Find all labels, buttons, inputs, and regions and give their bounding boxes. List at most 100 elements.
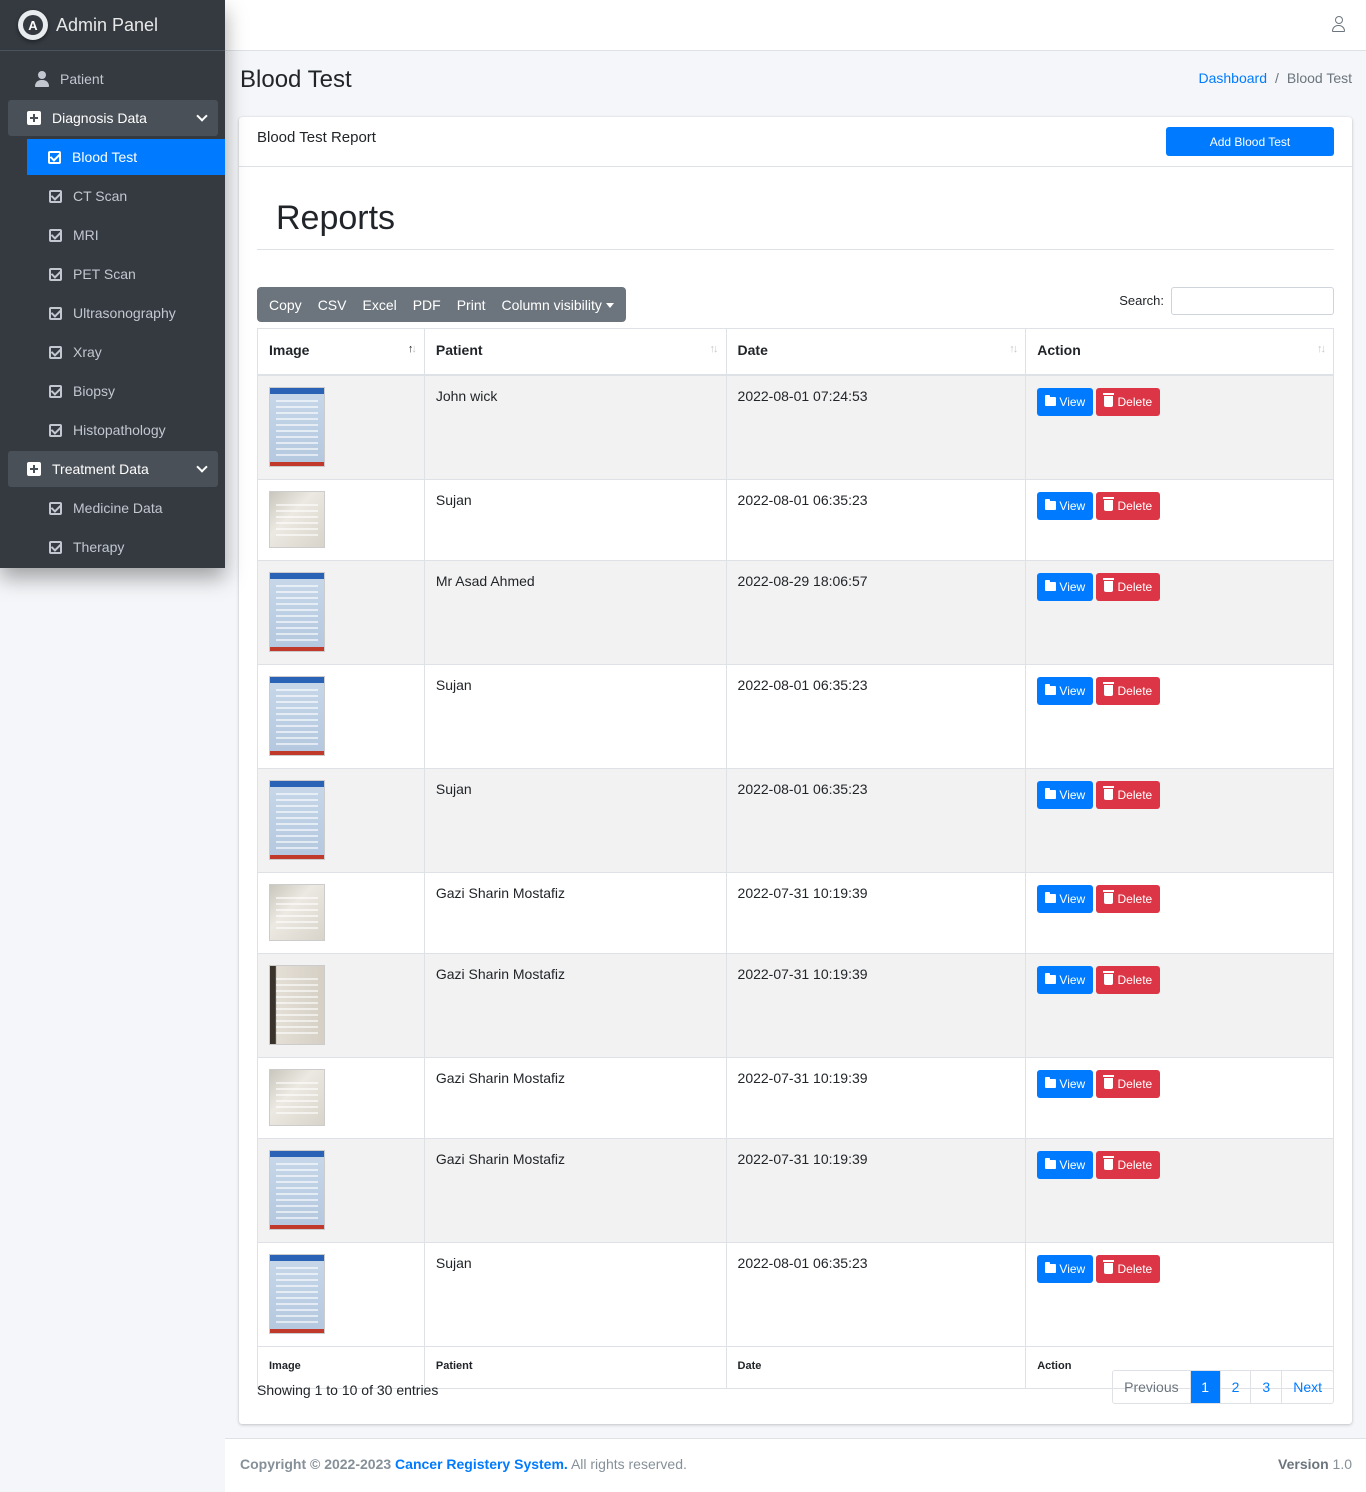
column-header-label: Date: [737, 342, 768, 358]
sidebar-item-patient[interactable]: Patient: [8, 61, 217, 97]
copy-button[interactable]: Copy: [261, 297, 310, 313]
delete-button[interactable]: Delete: [1096, 572, 1161, 601]
table-row: Gazi Sharin Mostafiz 2022-07-31 10:19:39 V…: [257, 1056, 1334, 1139]
brand-link[interactable]: A Admin Panel: [0, 0, 225, 51]
view-label: View: [1059, 891, 1086, 906]
delete-button[interactable]: Delete: [1096, 965, 1161, 994]
report-thumbnail[interactable]: [269, 1149, 325, 1230]
delete-button[interactable]: Delete: [1096, 491, 1161, 520]
sidebar-item-biopsy[interactable]: Biopsy: [8, 373, 225, 409]
delete-button[interactable]: Delete: [1096, 780, 1161, 809]
view-button[interactable]: View: [1037, 1069, 1094, 1098]
report-thumbnail[interactable]: [269, 571, 325, 652]
patient-cell: Sujan: [423, 663, 727, 769]
delete-button[interactable]: Delete: [1096, 1254, 1161, 1283]
column-header-label: Image: [269, 342, 310, 358]
column-header-date[interactable]: Date ↑↓: [725, 328, 1027, 376]
view-button[interactable]: View: [1037, 387, 1094, 416]
sidebar: A Admin Panel Patient Diagnosis Data Blood…: [0, 0, 225, 568]
thumbnail-text-lines: [276, 977, 318, 1034]
pagination-previous[interactable]: Previous: [1113, 1371, 1189, 1403]
trash-icon: [1103, 971, 1115, 985]
sidebar-header-diagnosis-data[interactable]: Diagnosis Data: [8, 100, 218, 136]
report-thumbnail[interactable]: [269, 779, 325, 860]
image-cell: [257, 952, 425, 1058]
breadcrumb-dashboard-link[interactable]: Dashboard: [1198, 70, 1267, 86]
user-icon-shape: [35, 71, 49, 87]
thumbnail-text-lines: [276, 1081, 318, 1115]
report-thumbnail[interactable]: [269, 883, 325, 941]
csv-button[interactable]: CSV: [310, 297, 355, 313]
view-button[interactable]: View: [1037, 676, 1094, 705]
action-buttons: View Delete: [1037, 1254, 1322, 1283]
sidebar-header-treatment-data[interactable]: Treatment Data: [8, 451, 218, 487]
column-visibility-dropdown[interactable]: Column visibility: [494, 297, 622, 313]
print-button[interactable]: Print: [449, 297, 494, 313]
patient-cell: Gazi Sharin Mostafiz: [423, 1137, 727, 1243]
sidebar-item-pet-scan[interactable]: PET Scan: [8, 256, 225, 292]
date-cell: 2022-07-31 10:19:39: [725, 952, 1027, 1058]
report-thumbnail[interactable]: [269, 675, 325, 756]
sidebar-item-medicine-data[interactable]: Medicine Data: [8, 490, 225, 526]
thumbnail-text-lines: [276, 584, 318, 641]
column-header-patient[interactable]: Patient ↑↓: [423, 328, 727, 376]
date-cell: 2022-08-01 06:35:23: [725, 663, 1027, 769]
pagination-page-1[interactable]: 1: [1189, 1371, 1220, 1403]
table-row: Sujan 2022-08-01 06:35:23 View Delete: [257, 663, 1334, 769]
report-thumbnail[interactable]: [269, 490, 325, 548]
table-row: John wick 2022-08-01 07:24:53 View Delete: [257, 374, 1334, 480]
pagination-page-3[interactable]: 3: [1250, 1371, 1281, 1403]
delete-button[interactable]: Delete: [1096, 1150, 1161, 1179]
view-button[interactable]: View: [1037, 491, 1094, 520]
search-input[interactable]: [1171, 287, 1334, 315]
sidebar-item-ct-scan[interactable]: CT Scan: [8, 178, 225, 214]
check-box: [48, 267, 62, 281]
view-button[interactable]: View: [1037, 884, 1094, 913]
image-cell: [257, 374, 425, 480]
sidebar-item-label: Blood Test: [72, 149, 138, 165]
trash-icon: [1103, 497, 1115, 511]
add-blood-test-button[interactable]: Add Blood Test: [1166, 127, 1334, 156]
plus-square-icon: [26, 110, 42, 126]
card-header: Blood Test Report Add Blood Test: [239, 117, 1352, 167]
view-button[interactable]: View: [1037, 965, 1094, 994]
view-button[interactable]: View: [1037, 780, 1094, 809]
pdf-button[interactable]: PDF: [405, 297, 449, 313]
pagination-page-2[interactable]: 2: [1219, 1371, 1251, 1403]
sidebar-item-ultrasonography[interactable]: Ultrasonography: [8, 295, 225, 331]
view-button[interactable]: View: [1037, 572, 1094, 601]
date-cell: 2022-08-01 07:24:53: [725, 374, 1027, 480]
column-visibility-button[interactable]: Column visibility: [502, 297, 602, 313]
view-label: View: [1059, 1261, 1086, 1276]
sidebar-item-therapy[interactable]: Therapy: [8, 529, 225, 565]
delete-button[interactable]: Delete: [1096, 387, 1161, 416]
org-link[interactable]: Cancer Registery System.: [395, 1456, 568, 1472]
image-cell: [257, 478, 425, 561]
copyright: Copyright © 2022-2023 Cancer Registery S…: [240, 1456, 687, 1472]
delete-button[interactable]: Delete: [1096, 884, 1161, 913]
column-header-action[interactable]: Action ↑↓: [1025, 328, 1334, 376]
report-thumbnail[interactable]: [269, 386, 325, 467]
view-button[interactable]: View: [1037, 1150, 1094, 1179]
report-thumbnail[interactable]: [269, 1253, 325, 1334]
report-thumbnail[interactable]: [269, 964, 325, 1045]
sidebar-item-mri[interactable]: MRI: [8, 217, 225, 253]
action-cell: View Delete: [1025, 1241, 1334, 1347]
delete-label: Delete: [1117, 1076, 1153, 1091]
version-label: Version: [1278, 1456, 1329, 1472]
date-cell: 2022-08-01 06:35:23: [725, 1241, 1027, 1347]
sidebar-item-histopathology[interactable]: Histopathology: [8, 412, 225, 448]
sidebar-item-xray[interactable]: Xray: [8, 334, 225, 370]
report-thumbnail[interactable]: [269, 1068, 325, 1126]
pagination-next[interactable]: Next: [1281, 1371, 1333, 1403]
sidebar-item-label: Biopsy: [73, 383, 116, 399]
sidebar-item-blood-test[interactable]: Blood Test: [27, 139, 225, 175]
user-icon[interactable]: [1332, 16, 1346, 32]
column-header-image[interactable]: Image ↑↓: [257, 328, 425, 376]
folder-icon: [1045, 580, 1057, 591]
view-button[interactable]: View: [1037, 1254, 1094, 1283]
delete-button[interactable]: Delete: [1096, 1069, 1161, 1098]
excel-button[interactable]: Excel: [354, 297, 404, 313]
check-square-icon: [47, 500, 63, 516]
delete-button[interactable]: Delete: [1096, 676, 1161, 705]
